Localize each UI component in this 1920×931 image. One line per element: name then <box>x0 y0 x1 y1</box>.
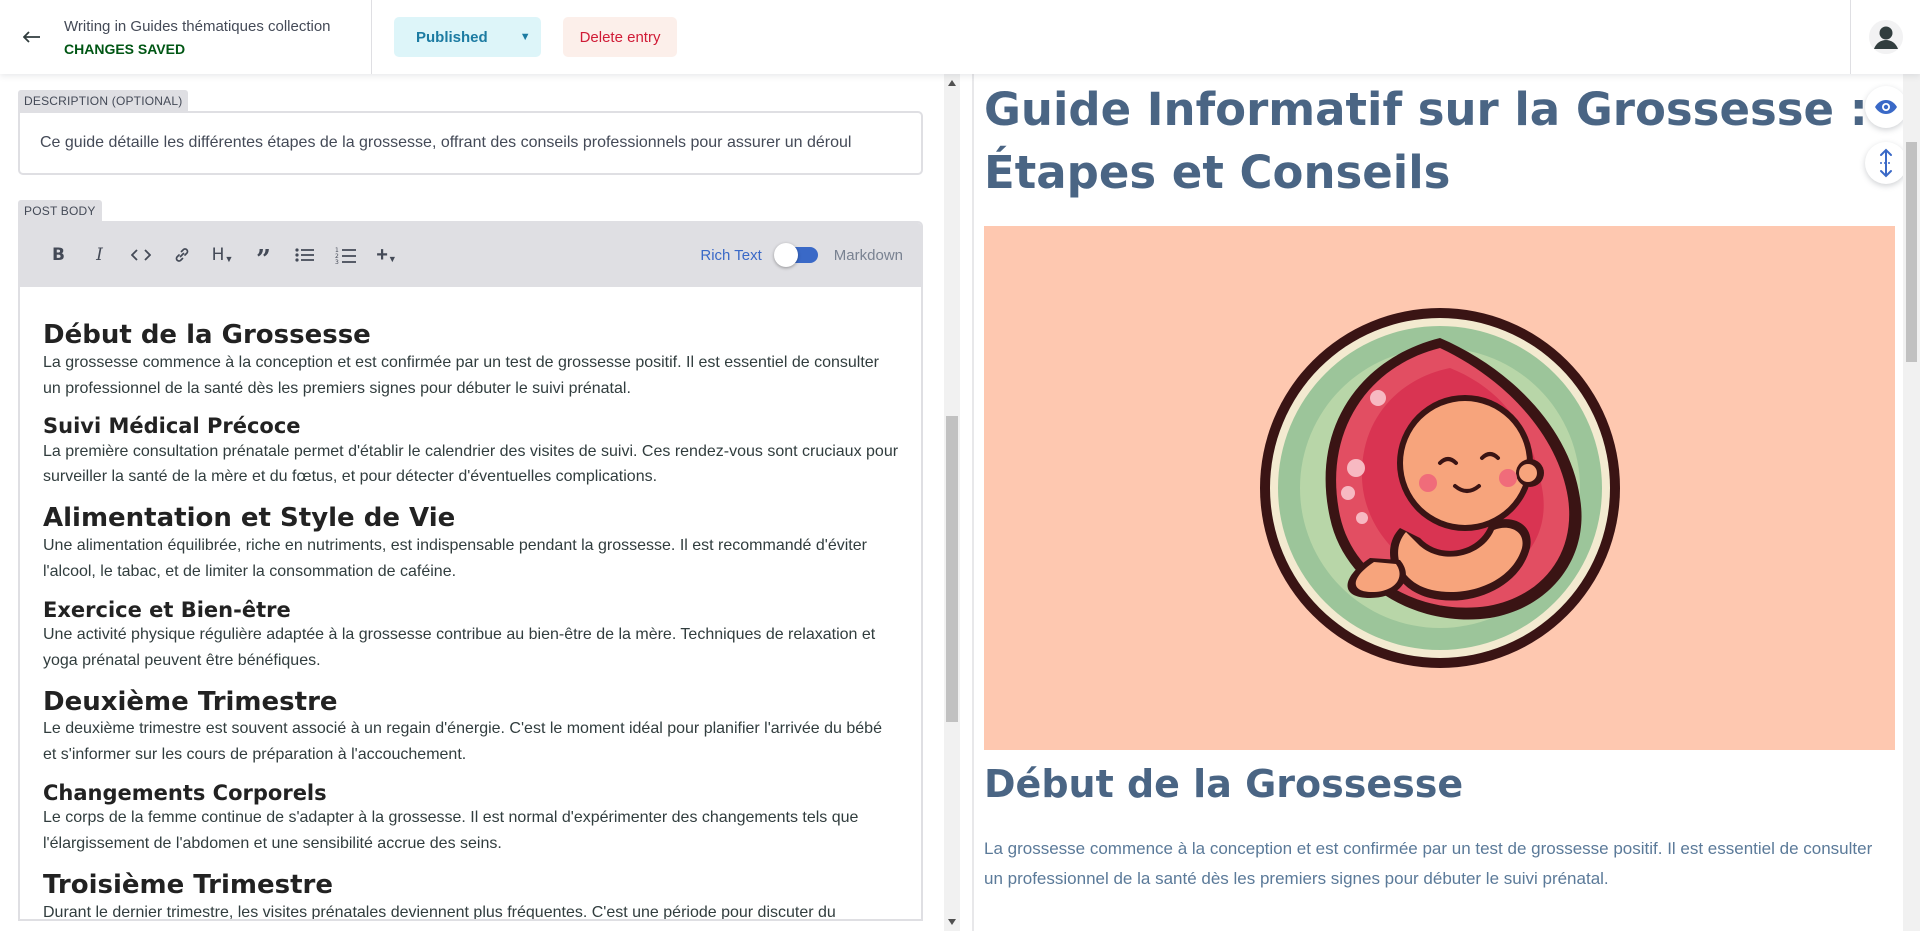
svg-text:3: 3 <box>335 259 339 264</box>
heading-icon[interactable]: H ▼ <box>202 237 243 273</box>
section-subheading: Changements Corporels <box>43 781 327 806</box>
scrollbar-thumb[interactable] <box>946 416 958 722</box>
section-paragraph: La première consultation prénatale perme… <box>43 442 899 486</box>
scroll-down-icon[interactable] <box>948 919 956 925</box>
section-paragraph: La grossesse commence à la conception et… <box>43 353 879 397</box>
section-heading: Alimentation et Style de Vie <box>43 503 456 534</box>
toggle-knob <box>773 243 798 267</box>
editor-pane: DESCRIPTION (OPTIONAL) Ce guide détaille… <box>0 74 944 931</box>
bold-icon[interactable]: B <box>38 237 79 273</box>
add-component-icon[interactable]: + ▼ <box>366 237 407 273</box>
scrollbar-thumb[interactable] <box>1906 142 1917 362</box>
section-paragraph: Une activité physique régulière adaptée … <box>43 625 876 669</box>
preview-image <box>984 226 1895 750</box>
scroll-up-icon[interactable] <box>948 80 956 86</box>
body-label: POST BODY <box>18 200 102 221</box>
preview-title: Guide Informatif sur la Grossesse : Étap… <box>984 83 1868 199</box>
section-paragraph: Durant le dernier trimestre, les visites… <box>43 903 836 921</box>
description-label: DESCRIPTION (OPTIONAL) <box>18 90 189 111</box>
publish-status-label[interactable]: Published <box>394 17 510 57</box>
markdown-label[interactable]: Markdown <box>834 247 903 264</box>
bulleted-list-icon[interactable] <box>284 237 325 273</box>
user-avatar-icon[interactable] <box>1868 20 1903 54</box>
description-field: DESCRIPTION (OPTIONAL) Ce guide détaille… <box>18 90 923 175</box>
body-field: POST BODY B I H ▼ ” 123 + ▼ Rich Text Ma… <box>18 200 923 921</box>
user-menu[interactable] <box>1850 0 1920 74</box>
quote-icon[interactable]: ” <box>243 237 284 273</box>
section-heading: Deuxième Trimestre <box>43 686 338 717</box>
italic-icon[interactable]: I <box>79 237 120 273</box>
rich-text-label[interactable]: Rich Text <box>700 247 761 264</box>
publish-dropdown[interactable]: Published ▼ <box>394 17 541 57</box>
section-paragraph: Une alimentation équilibrée, riche en nu… <box>43 536 867 580</box>
back-button[interactable] <box>0 0 64 74</box>
preview-section-paragraph: La grossesse commence à la conception et… <box>984 839 1873 889</box>
body-editor[interactable]: B I H ▼ ” 123 + ▼ Rich Text Markdown Déb… <box>18 221 923 921</box>
section-subheading: Exercice et Bien-être <box>43 597 291 622</box>
preview-scrollbar[interactable] <box>1903 74 1920 931</box>
editor-mode-toggle[interactable] <box>773 243 818 267</box>
section-heading: Début de la Grossesse <box>43 320 371 350</box>
numbered-list-icon[interactable]: 123 <box>325 237 366 273</box>
editor-toolbar: B I H ▼ ” 123 + ▼ Rich Text Markdown <box>20 223 921 287</box>
save-status: CHANGES SAVED <box>64 40 186 57</box>
section-subheading: Suivi Médical Précoce <box>43 414 301 439</box>
chevron-down-icon[interactable]: ▼ <box>510 17 541 57</box>
editor-scrollbar[interactable] <box>944 74 960 931</box>
body-content[interactable]: Début de la Grossesse La grossesse comme… <box>20 287 921 921</box>
entry-title-block: Writing in Guides thématiques collection… <box>64 0 372 74</box>
eye-icon <box>1875 100 1897 114</box>
pane-divider[interactable] <box>960 74 974 931</box>
arrow-left-icon <box>23 31 40 43</box>
section-paragraph: Le deuxième trimestre est souvent associ… <box>43 720 882 764</box>
vertical-arrows-icon <box>1880 148 1892 178</box>
collection-title: Writing in Guides thématiques collection <box>64 17 331 35</box>
description-input[interactable]: Ce guide détaille les différentes étapes… <box>18 111 923 175</box>
section-heading: Troisième Trimestre <box>43 869 333 900</box>
fetus-illustration <box>1259 308 1620 668</box>
link-icon[interactable] <box>161 237 202 273</box>
app-header: Writing in Guides thématiques collection… <box>0 0 1920 74</box>
delete-entry-button[interactable]: Delete entry <box>562 17 678 57</box>
preview-section-heading: Début de la Grossesse <box>984 762 1464 806</box>
entry-actions: Published ▼ Delete entry <box>372 0 678 74</box>
sync-scroll-button[interactable] <box>1865 142 1903 184</box>
section-paragraph: Le corps de la femme continue de s'adapt… <box>43 809 859 853</box>
code-icon[interactable] <box>120 237 161 273</box>
preview-pane: Guide Informatif sur la Grossesse : Étap… <box>976 74 1903 931</box>
toggle-preview-button[interactable] <box>1865 86 1903 128</box>
